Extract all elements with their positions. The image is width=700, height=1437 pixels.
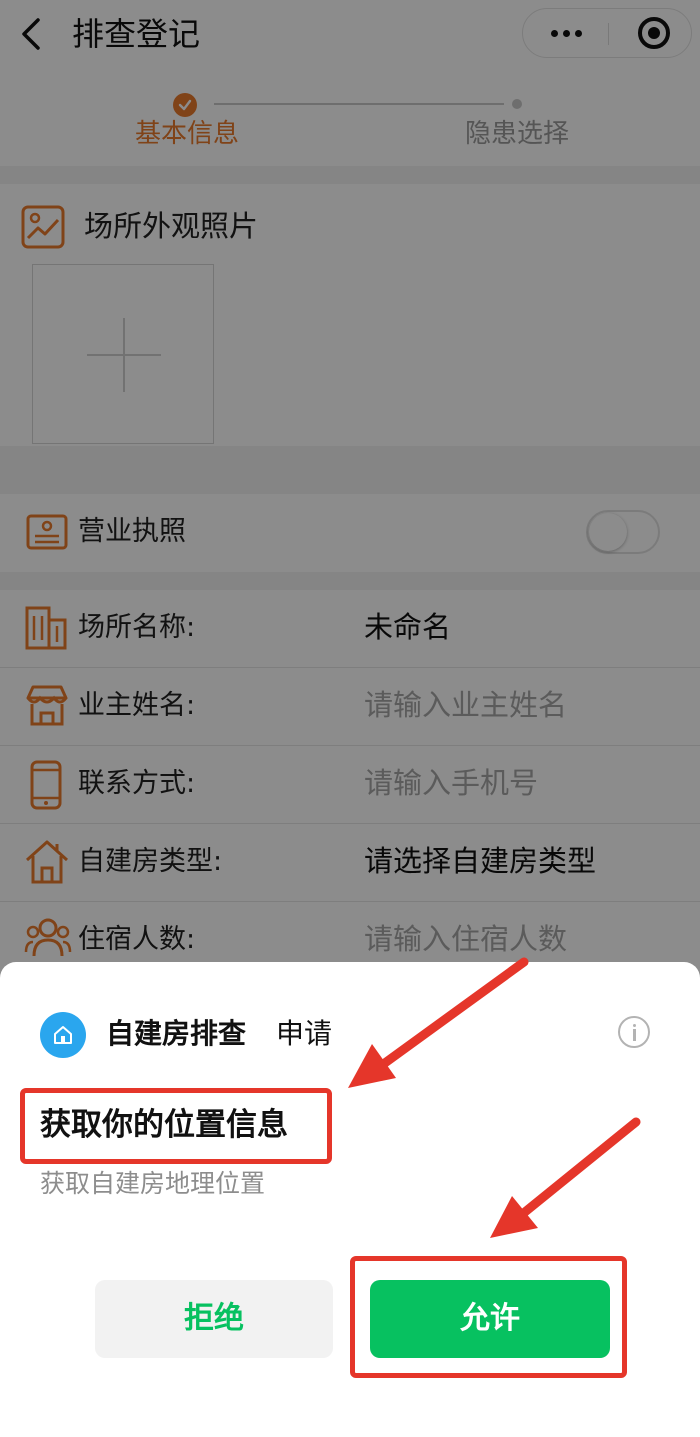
app-name: 自建房排查 — [106, 1017, 247, 1050]
deny-button[interactable]: 拒绝 — [95, 1280, 333, 1358]
apply-text: 申请 — [276, 1017, 333, 1050]
annotation-highlight-title — [20, 1088, 332, 1164]
app-logo — [40, 1012, 86, 1058]
house-icon — [54, 1026, 72, 1044]
info-icon[interactable] — [618, 1016, 650, 1048]
annotation-highlight-allow — [350, 1256, 627, 1378]
permission-description: 获取自建房地理位置 — [40, 1169, 266, 1198]
